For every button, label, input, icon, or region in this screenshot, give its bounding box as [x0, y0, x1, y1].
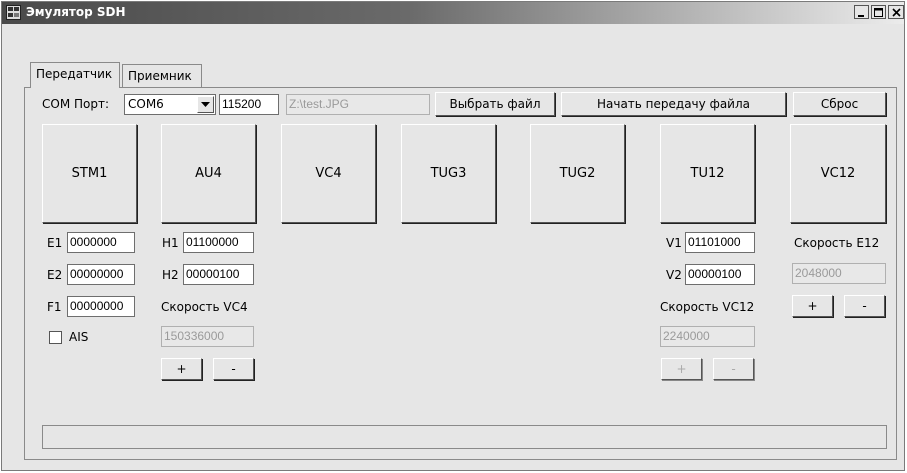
tug2-button[interactable]: TUG2 [530, 124, 625, 223]
e1-field[interactable]: 0000000 [67, 232, 135, 253]
e12-speed-minus-button[interactable]: - [844, 295, 885, 317]
ais-label: AIS [69, 330, 89, 344]
vc4-speed-label: Скорость VC4 [161, 300, 248, 314]
e12-speed-plus-button[interactable]: + [792, 295, 833, 317]
vc12-speed-plus-button[interactable]: + [661, 358, 702, 380]
stm1-button[interactable]: STM1 [42, 124, 137, 223]
com-port-value: COM6 [128, 97, 164, 111]
vc12-speed-label: Скорость VC12 [660, 300, 755, 314]
f1-label: F1 [47, 300, 62, 314]
vc4-speed-minus-button[interactable]: - [213, 358, 254, 380]
h1-field[interactable]: 01100000 [183, 232, 254, 253]
vc4-button[interactable]: VC4 [281, 124, 376, 223]
vc12-speed-minus-button[interactable]: - [713, 358, 754, 380]
tab-receiver[interactable]: Приемник [122, 64, 202, 88]
v2-label: V2 [666, 268, 682, 282]
title-bar[interactable]: Эмулятор SDH [2, 2, 904, 24]
e12-speed-label: Скорость E12 [794, 236, 880, 250]
vc4-speed-plus-button[interactable]: + [161, 358, 202, 380]
f1-field[interactable]: 00000000 [67, 296, 135, 317]
v2-field[interactable]: 00000100 [685, 264, 755, 285]
e1-label: E1 [47, 236, 63, 250]
maximize-icon [874, 7, 883, 17]
v1-field[interactable]: 01101000 [685, 232, 755, 253]
h2-label: H2 [162, 268, 179, 282]
maximize-button[interactable] [871, 5, 886, 19]
com-port-select[interactable]: COM6 [124, 94, 216, 115]
h2-field[interactable]: 00000100 [183, 264, 254, 285]
h1-label: H1 [162, 236, 179, 250]
vc12-button[interactable]: VC12 [790, 124, 886, 223]
minimize-button[interactable] [854, 5, 869, 19]
baud-rate-field[interactable]: 115200 [219, 94, 279, 115]
window-title: Эмулятор SDH [26, 5, 126, 19]
tu12-button[interactable]: TU12 [660, 124, 755, 223]
ais-checkbox[interactable] [49, 331, 62, 344]
tab-transmitter[interactable]: Передатчик [30, 62, 120, 88]
start-transfer-button[interactable]: Начать передачу файла [561, 92, 786, 116]
tab-transmitter-label: Передатчик [36, 67, 113, 81]
vc12-speed-field[interactable]: 2240000 [660, 326, 755, 347]
reset-button[interactable]: Сброс [793, 92, 886, 116]
com-port-label: COM Порт: [42, 97, 110, 111]
e2-field[interactable]: 00000000 [67, 264, 135, 285]
au4-button[interactable]: AU4 [161, 124, 256, 223]
e12-speed-field[interactable]: 2048000 [792, 263, 886, 284]
v1-label: V1 [666, 236, 682, 250]
app-icon [6, 5, 21, 20]
choose-file-button[interactable]: Выбрать файл [435, 92, 555, 116]
file-path-field[interactable]: Z:\test.JPG [286, 94, 430, 115]
close-icon [891, 7, 901, 17]
chevron-down-icon[interactable] [197, 96, 214, 113]
tug3-button[interactable]: TUG3 [401, 124, 496, 223]
minimize-icon [858, 14, 864, 17]
close-button[interactable] [888, 5, 904, 19]
tab-receiver-label: Приемник [128, 69, 192, 83]
app-window: Эмулятор SDH Передатчик Приемник COM Пор… [1, 1, 905, 471]
e2-label: E2 [47, 268, 63, 282]
transfer-progress-bar [42, 425, 887, 449]
vc4-speed-field[interactable]: 150336000 [161, 326, 254, 347]
